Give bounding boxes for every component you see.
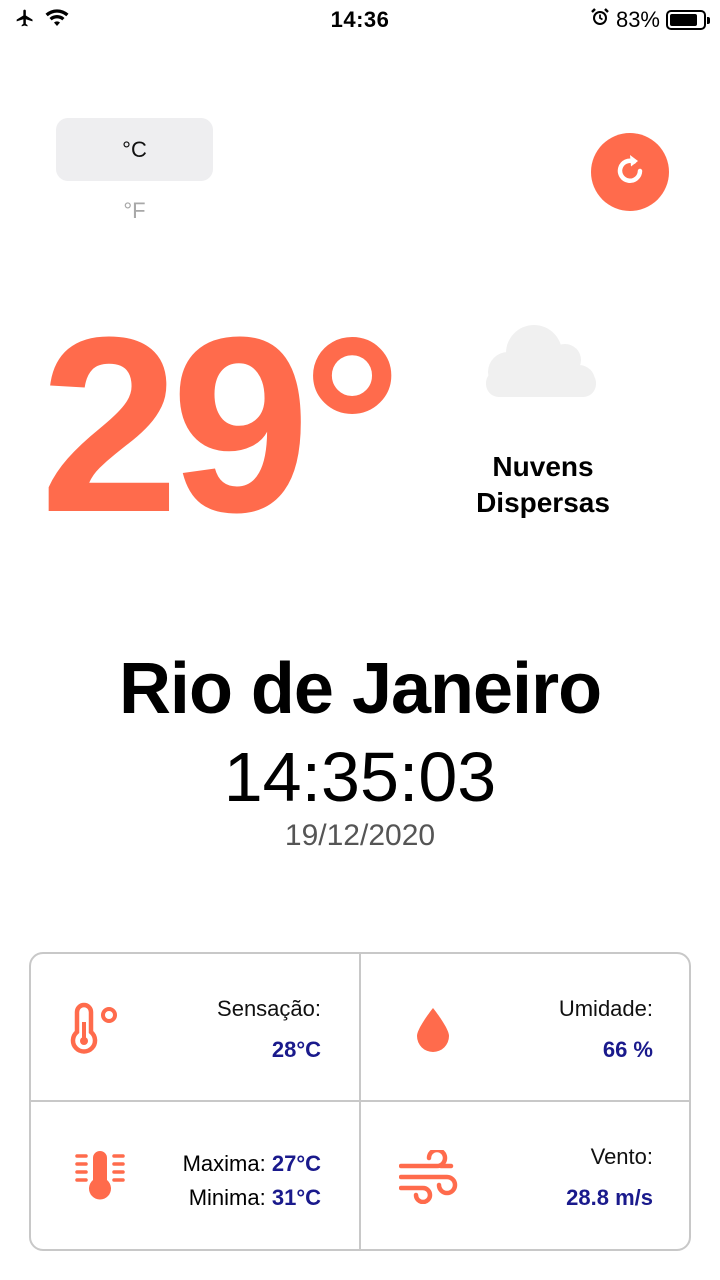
min-temp-label: Minima: — [188, 1185, 266, 1210]
fahrenheit-toggle[interactable]: °F — [56, 196, 213, 226]
status-bar: 14:36 83% — [0, 0, 720, 40]
water-drop-icon — [415, 1006, 451, 1057]
battery-percent: 83% — [615, 7, 660, 32]
weather-condition: Nuvens Dispersas — [443, 449, 643, 521]
refresh-icon — [610, 150, 650, 195]
min-temp-value: 31°C — [271, 1185, 321, 1210]
feels-like-cell: Sensação: 28°C — [31, 954, 361, 1102]
humidity-value: 66 % — [602, 1037, 653, 1062]
condition-line-2: Dispersas — [476, 487, 610, 518]
local-time: 14:35:03 — [223, 738, 497, 816]
condition-line-1: Nuvens — [492, 451, 594, 482]
alarm-icon — [590, 7, 610, 33]
max-temp-row: Maxima: 27°C — [183, 1151, 321, 1177]
current-temperature: 29° — [40, 285, 402, 564]
thermometer-range-icon — [75, 1150, 125, 1207]
humidity-cell: Umidade: 66 % — [361, 954, 689, 1102]
min-temp-row: Minima: 31°C — [189, 1185, 321, 1211]
cloud-icon — [482, 320, 604, 405]
wind-value: 28.8 m/s — [566, 1185, 653, 1210]
city-name: Rio de Janeiro — [118, 649, 602, 729]
local-date: 19/12/2020 — [284, 819, 436, 852]
status-right: 83% — [590, 7, 710, 33]
feels-like-value: 28°C — [271, 1037, 321, 1062]
max-temp-value: 27°C — [271, 1151, 321, 1176]
thermometer-icon — [69, 1002, 123, 1061]
max-temp-label: Maxima: — [182, 1151, 266, 1176]
max-min-cell: Maxima: 27°C Minima: 31°C — [31, 1102, 361, 1249]
humidity-label: Umidade: — [558, 996, 653, 1021]
wind-cell: Vento: 28.8 m/s — [361, 1102, 689, 1249]
battery-icon — [666, 10, 710, 30]
celsius-toggle[interactable]: °C — [56, 118, 213, 181]
wind-icon — [398, 1147, 461, 1209]
weather-details-grid: Sensação: 28°C Umidade: 66 % Maxima: 27°… — [29, 952, 691, 1251]
feels-like-label: Sensação: — [217, 996, 321, 1021]
wind-label: Vento: — [590, 1144, 653, 1169]
refresh-button[interactable] — [591, 133, 669, 211]
battery-fill — [670, 14, 697, 26]
